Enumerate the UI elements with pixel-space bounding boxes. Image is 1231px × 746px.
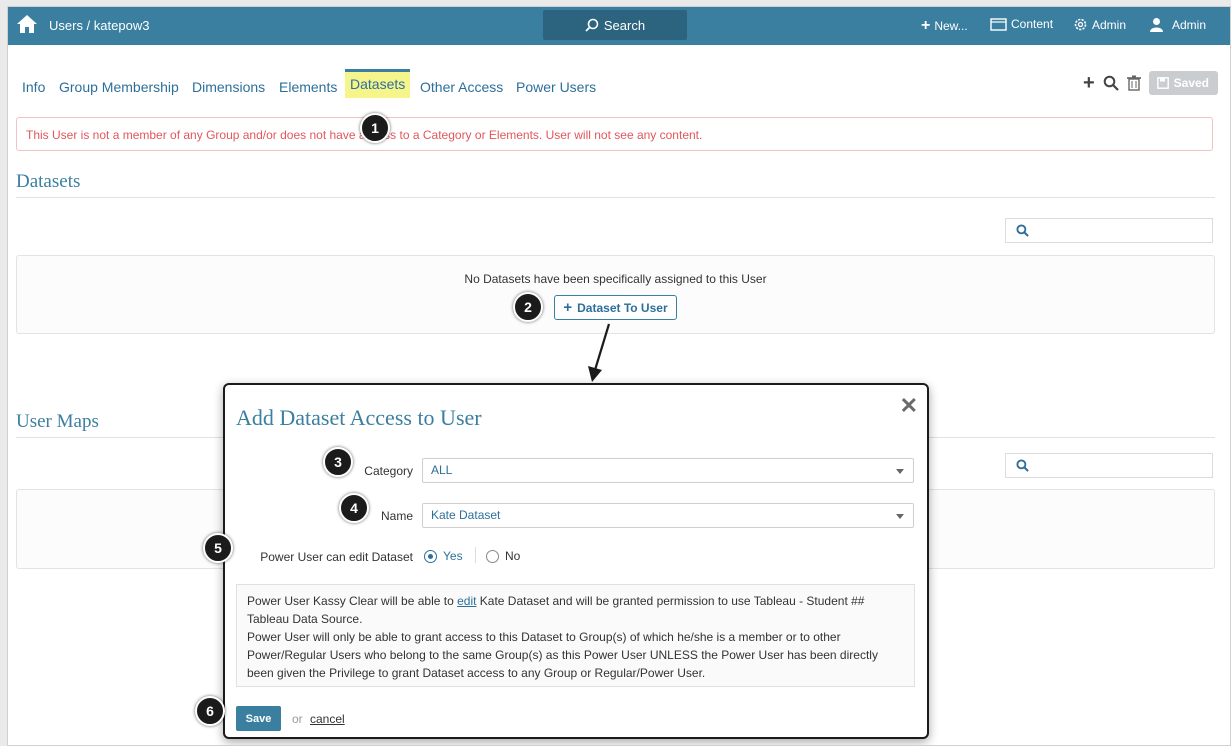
search-icon [1016, 459, 1029, 472]
step-badge-2: 2 [513, 292, 543, 322]
add-dataset-to-user-button[interactable]: + Dataset To User [554, 295, 677, 320]
add-dataset-label: Dataset To User [577, 300, 668, 315]
home-icon[interactable] [16, 14, 38, 34]
search-label: Search [603, 17, 646, 33]
name-select[interactable]: Kate Dataset [422, 503, 914, 528]
tab-datasets[interactable]: Datasets [345, 69, 411, 98]
toolbar: + Saved [1083, 71, 1218, 95]
saved-label: Saved [1173, 76, 1209, 90]
tab-dimensions[interactable]: Dimensions [192, 79, 265, 95]
tab-group-membership[interactable]: Group Membership [59, 79, 179, 95]
top-navbar: Users / katepow3 Search + New... Content [8, 7, 1230, 45]
search-icon [1016, 224, 1029, 237]
annotation-arrow [588, 323, 611, 382]
step-badge-3: 3 [323, 447, 353, 477]
edit-link[interactable]: edit [457, 594, 476, 608]
step-badge-1: 1 [360, 113, 390, 143]
gear-icon [1074, 18, 1087, 31]
step-badge-5: 5 [203, 533, 233, 563]
tab-elements[interactable]: Elements [279, 79, 337, 95]
global-search-button[interactable]: Search [543, 10, 687, 40]
content-label: Content [1011, 17, 1054, 31]
name-value: Kate Dataset [431, 508, 501, 522]
user-icon [1150, 18, 1163, 32]
plus-icon: + [563, 299, 573, 316]
saved-button[interactable]: Saved [1148, 71, 1218, 95]
chevron-down-icon [896, 514, 904, 519]
power-user-edit-label: Power User can edit Dataset [260, 550, 413, 564]
folder-icon [990, 17, 1007, 31]
cancel-link[interactable]: cancel [310, 712, 345, 726]
radio-selected-icon [424, 549, 437, 563]
yes-label: Yes [443, 549, 463, 563]
warning-alert: This User is not a member of any Group a… [16, 117, 1213, 151]
search-icon[interactable] [1103, 75, 1119, 91]
category-label: Category [364, 464, 413, 478]
info-text: Power User Kassy Clear will be able to [247, 594, 458, 608]
admin-label: Admin [1092, 17, 1127, 32]
tab-other-access[interactable]: Other Access [420, 79, 503, 95]
floppy-icon [1156, 77, 1169, 89]
radio-unselected-icon [486, 549, 499, 563]
divider [16, 197, 1215, 198]
trash-icon[interactable] [1126, 75, 1141, 91]
or-text: or [292, 712, 303, 726]
breadcrumb[interactable]: Users / katepow3 [49, 18, 149, 33]
chevron-down-icon [896, 469, 904, 474]
radio-separator [475, 547, 476, 563]
plus-icon: + [921, 17, 931, 34]
close-icon[interactable]: ✕ [900, 393, 918, 419]
info-text: Power User will only be able to grant ac… [247, 630, 878, 680]
tab-info[interactable]: Info [22, 79, 45, 95]
permission-info-box: Power User Kassy Clear will be able to e… [236, 584, 915, 687]
admin-menu[interactable]: Admin [1073, 17, 1126, 32]
radio-yes[interactable]: Yes [424, 549, 463, 563]
user-menu[interactable]: Admin [1149, 17, 1206, 32]
user-maps-search-input[interactable] [1005, 453, 1213, 478]
datasets-heading: Datasets [16, 171, 81, 192]
step-badge-6: 6 [195, 696, 225, 726]
content-menu[interactable]: Content [990, 17, 1053, 31]
category-select[interactable]: ALL [422, 458, 914, 483]
radio-no[interactable]: No [486, 549, 520, 563]
category-value: ALL [431, 463, 453, 477]
add-icon[interactable]: + [1083, 73, 1095, 93]
user-label: Admin [1172, 17, 1207, 32]
datasets-search-input[interactable] [1005, 218, 1213, 243]
datasets-panel: No Datasets have been specifically assig… [16, 255, 1215, 334]
app-window: Users / katepow3 Search + New... Content [7, 6, 1231, 746]
no-label: No [505, 549, 521, 563]
tab-power-users[interactable]: Power Users [516, 79, 596, 95]
user-maps-heading: User Maps [16, 411, 99, 432]
new-menu[interactable]: + New... [921, 17, 968, 35]
new-label: New... [934, 19, 968, 33]
search-icon [585, 18, 599, 32]
save-button[interactable]: Save [236, 706, 281, 731]
step-badge-4: 4 [339, 493, 369, 523]
add-dataset-access-dialog: Add Dataset Access to User ✕ Category AL… [223, 383, 929, 739]
empty-datasets-message: No Datasets have been specifically assig… [464, 272, 767, 286]
dialog-title: Add Dataset Access to User [236, 405, 482, 430]
